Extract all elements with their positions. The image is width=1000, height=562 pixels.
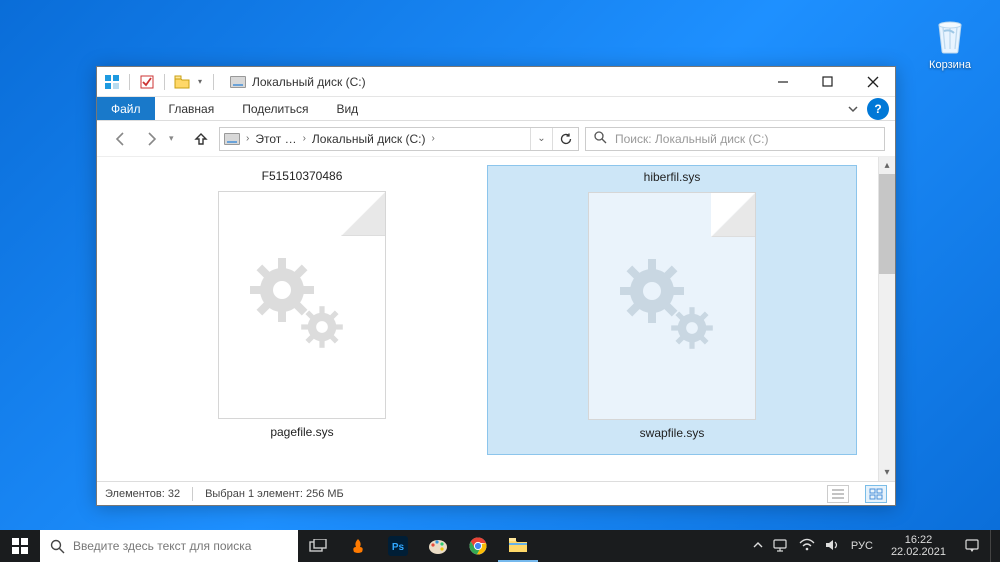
maximize-button[interactable] <box>805 67 850 97</box>
tray-wifi-icon[interactable] <box>799 538 815 555</box>
view-large-icons-button[interactable] <box>865 485 887 503</box>
scroll-down-icon[interactable]: ▾ <box>879 464 895 481</box>
content-area: F51510370486 <box>97 157 895 481</box>
minimize-button[interactable] <box>760 67 805 97</box>
address-dropdown-icon[interactable]: ⌄ <box>530 128 552 150</box>
svg-text:Ps: Ps <box>392 542 405 553</box>
tray-notifications-icon[interactable] <box>964 538 980 555</box>
taskbar-app-explorer[interactable] <box>498 530 538 562</box>
recycle-bin-icon <box>932 15 968 55</box>
explorer-window: ▾ Локальный диск (C:) Файл Главная Подел… <box>96 66 896 506</box>
taskbar-search[interactable]: Введите здесь текст для поиска <box>40 530 298 562</box>
tray-language[interactable]: РУС <box>851 540 873 552</box>
chevron-right-icon[interactable]: › <box>301 133 308 144</box>
file-item[interactable]: F51510370486 <box>117 165 487 455</box>
taskbar: Введите здесь текст для поиска Ps РУС 16… <box>0 530 1000 562</box>
taskbar-app-paint[interactable] <box>418 530 458 562</box>
status-item-count: Элементов: 32 <box>105 488 180 500</box>
drive-icon <box>224 133 240 145</box>
tray-date: 22.02.2021 <box>891 546 946 558</box>
file-item[interactable]: hiberfil.sys <box>487 165 857 455</box>
nav-bar: ▾ › Этот … › Локальный диск (C:) › ⌄ Пои… <box>97 121 895 157</box>
close-button[interactable] <box>850 67 895 97</box>
file-list[interactable]: F51510370486 <box>97 157 878 481</box>
tray-clock[interactable]: 16:22 22.02.2021 <box>883 534 954 558</box>
ribbon-collapse-icon[interactable] <box>839 97 867 120</box>
taskbar-app-photoshop[interactable]: Ps <box>378 530 418 562</box>
search-box[interactable]: Поиск: Локальный диск (C:) <box>585 127 885 151</box>
search-icon <box>50 539 65 554</box>
search-placeholder: Поиск: Локальный диск (C:) <box>615 132 768 146</box>
tray-time: 16:22 <box>891 534 946 546</box>
file-thumb <box>588 192 756 420</box>
chevron-right-icon[interactable]: › <box>244 133 251 144</box>
ribbon-tab-file[interactable]: Файл <box>97 97 155 120</box>
qat-separator <box>164 74 165 90</box>
gear-icon <box>242 245 362 365</box>
breadcrumb-root[interactable] <box>220 128 244 150</box>
status-selection: Выбран 1 элемент: 256 МБ <box>205 488 344 500</box>
tray-network-icon[interactable] <box>773 538 789 555</box>
start-button[interactable] <box>0 530 40 562</box>
qat-properties-icon[interactable] <box>138 73 156 91</box>
ribbon: Файл Главная Поделиться Вид ? <box>97 97 895 121</box>
vertical-scrollbar[interactable]: ▴ ▾ <box>878 157 895 481</box>
breadcrumb-this-pc[interactable]: Этот … <box>251 128 300 150</box>
file-top-label: F51510370486 <box>262 169 343 185</box>
ribbon-tab-share[interactable]: Поделиться <box>228 97 322 120</box>
qat-separator <box>129 74 130 90</box>
system-tray: РУС 16:22 22.02.2021 <box>753 530 1000 562</box>
file-bottom-label: swapfile.sys <box>640 426 705 440</box>
show-desktop-button[interactable] <box>990 530 996 562</box>
task-view-button[interactable] <box>298 530 338 562</box>
file-top-label: hiberfil.sys <box>644 170 701 186</box>
file-bottom-label: pagefile.sys <box>270 425 333 439</box>
nav-forward-button[interactable] <box>139 127 163 151</box>
drive-icon <box>230 76 246 88</box>
breadcrumb-drive[interactable]: Локальный диск (C:) <box>308 128 430 150</box>
recycle-bin[interactable]: Корзина <box>920 15 980 71</box>
titlebar[interactable]: ▾ Локальный диск (C:) <box>97 67 895 97</box>
scroll-thumb[interactable] <box>879 174 895 274</box>
scroll-up-icon[interactable]: ▴ <box>879 157 895 174</box>
help-button[interactable]: ? <box>867 98 889 120</box>
window-title: Локальный диск (C:) <box>252 75 366 89</box>
taskbar-app-chrome[interactable] <box>458 530 498 562</box>
chevron-right-icon[interactable]: › <box>429 133 436 144</box>
qat-folder-icon[interactable] <box>173 73 191 91</box>
nav-back-button[interactable] <box>109 127 133 151</box>
search-icon <box>594 131 607 147</box>
nav-up-button[interactable] <box>189 127 213 151</box>
qat-dropdown-icon[interactable]: ▾ <box>195 73 205 91</box>
gear-icon <box>612 246 732 366</box>
nav-history-dropdown[interactable]: ▾ <box>169 133 183 144</box>
ribbon-tab-view[interactable]: Вид <box>322 97 372 120</box>
qat-separator <box>213 74 214 90</box>
tray-overflow-icon[interactable] <box>753 539 763 553</box>
tray-volume-icon[interactable] <box>825 538 841 555</box>
taskbar-app-flame[interactable] <box>338 530 378 562</box>
refresh-button[interactable] <box>552 128 578 150</box>
recycle-bin-label: Корзина <box>920 59 980 71</box>
status-bar: Элементов: 32 Выбран 1 элемент: 256 МБ <box>97 481 895 505</box>
address-bar[interactable]: › Этот … › Локальный диск (C:) › ⌄ <box>219 127 579 151</box>
status-separator <box>192 487 193 501</box>
qat-app-icon[interactable] <box>103 73 121 91</box>
ribbon-tab-home[interactable]: Главная <box>155 97 229 120</box>
file-thumb <box>218 191 386 419</box>
view-details-button[interactable] <box>827 485 849 503</box>
taskbar-search-placeholder: Введите здесь текст для поиска <box>73 539 251 553</box>
